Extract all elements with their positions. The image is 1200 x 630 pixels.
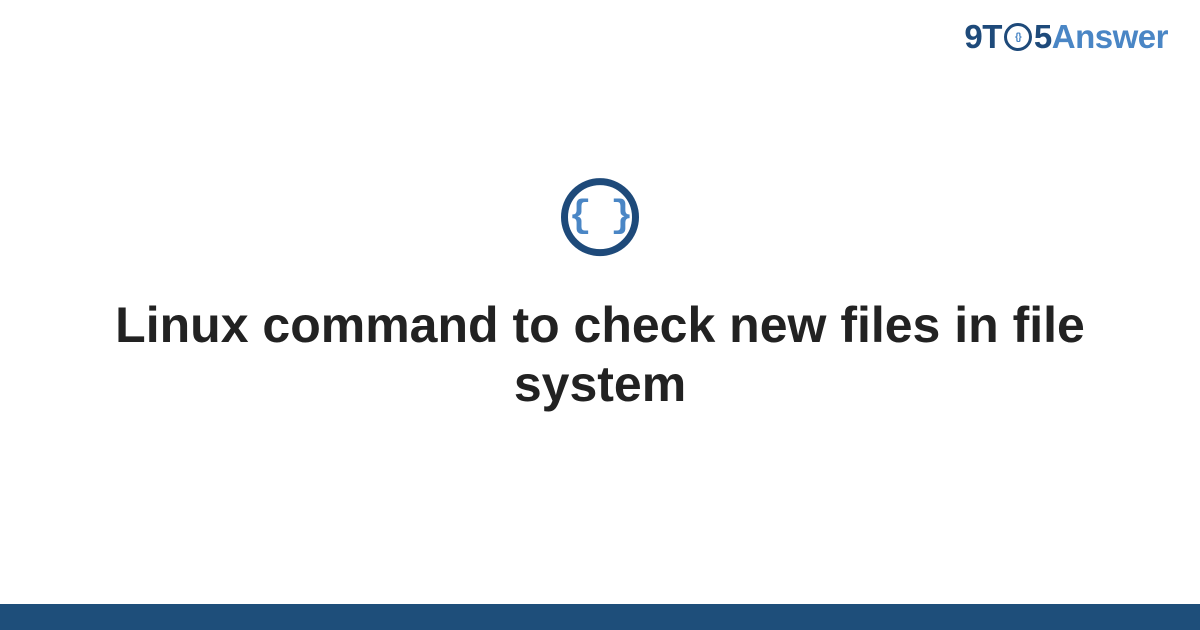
logo-answer: Answer <box>1052 18 1168 56</box>
code-braces-icon: { } <box>561 178 639 256</box>
page-title: Linux command to check new files in file… <box>110 296 1090 414</box>
code-braces-glyph: { } <box>569 198 631 236</box>
logo-nine: 9 <box>964 18 982 56</box>
bottom-bar <box>0 604 1200 630</box>
main-content: { } Linux command to check new files in … <box>0 178 1200 414</box>
logo-t: T <box>982 18 1002 56</box>
logo-o-inner-braces: {} <box>1015 32 1021 43</box>
site-logo[interactable]: 9 T {} 5 Answer <box>964 18 1168 56</box>
icon-container: { } <box>0 178 1200 256</box>
logo-o-icon: {} <box>1003 22 1033 52</box>
logo-five: 5 <box>1034 18 1052 56</box>
logo-o-ring: {} <box>1004 23 1032 51</box>
